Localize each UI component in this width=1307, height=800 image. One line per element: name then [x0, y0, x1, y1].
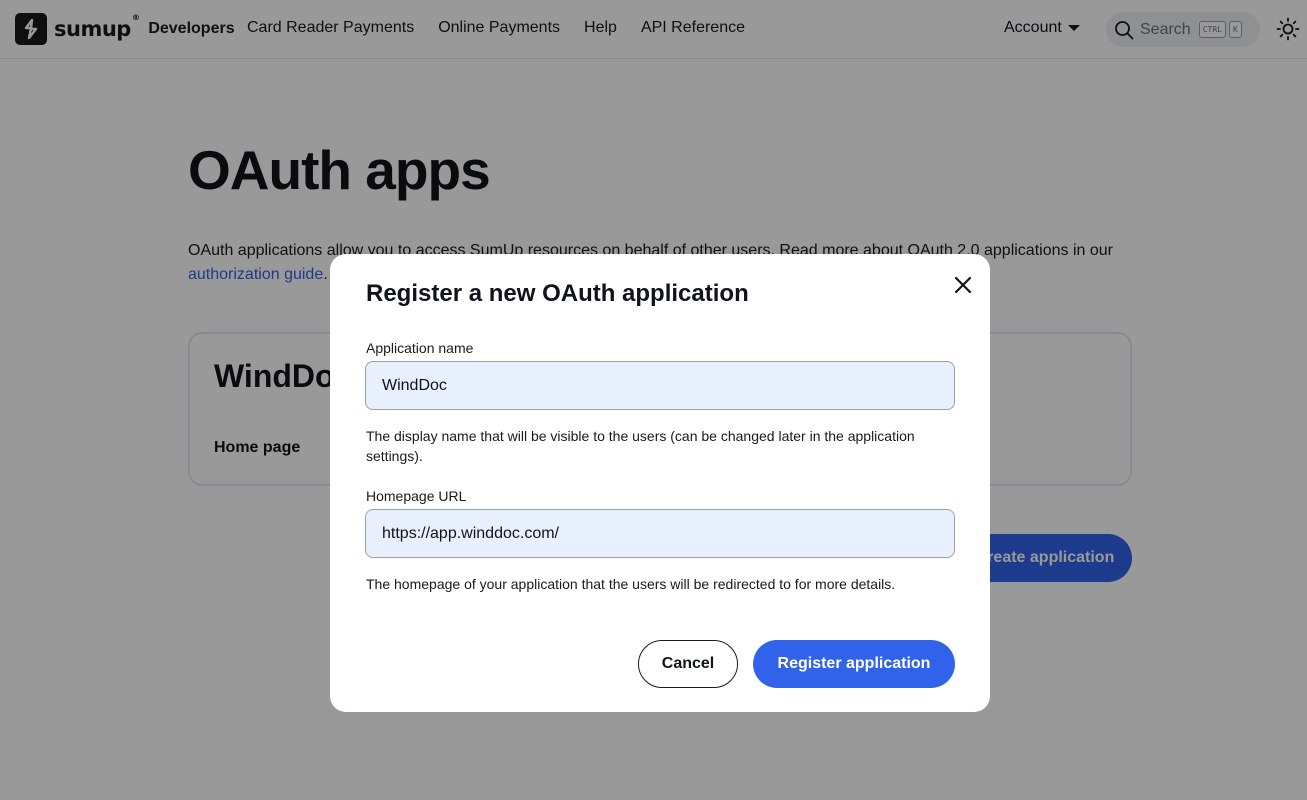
- register-application-button[interactable]: Register application: [753, 640, 955, 688]
- homepage-url-label: Homepage URL: [366, 488, 467, 504]
- close-dialog-button[interactable]: [950, 272, 976, 298]
- application-name-help: The display name that will be visible to…: [366, 428, 915, 464]
- register-oauth-app-dialog: Register a new OAuth application Applica…: [330, 254, 990, 712]
- homepage-url-input[interactable]: [365, 509, 955, 558]
- application-name-input[interactable]: [365, 361, 955, 410]
- cancel-button[interactable]: Cancel: [638, 640, 738, 688]
- homepage-url-help: The homepage of your application that th…: [366, 576, 896, 592]
- close-icon: [955, 277, 971, 293]
- dialog-title: Register a new OAuth application: [366, 280, 749, 307]
- application-name-label: Application name: [366, 340, 474, 356]
